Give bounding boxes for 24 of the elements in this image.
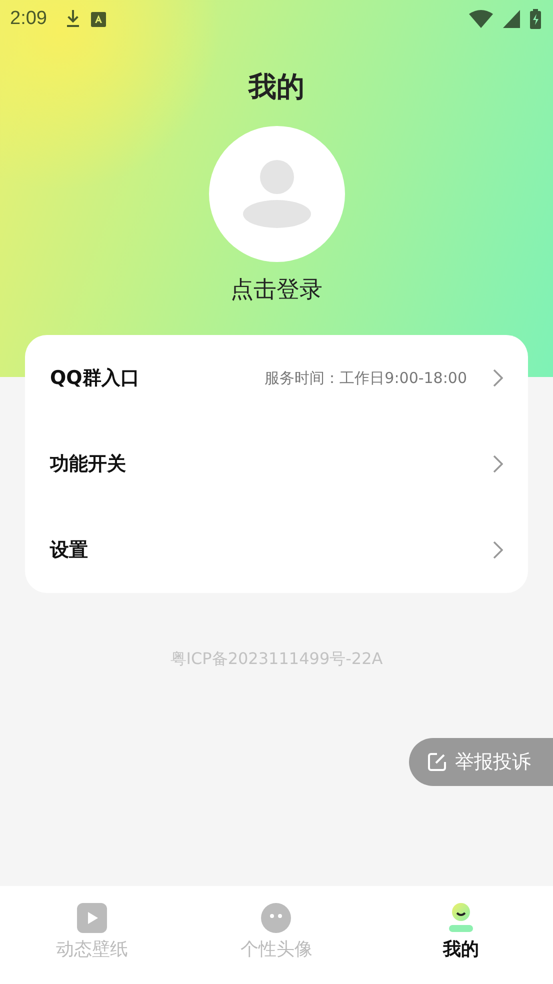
face-icon [261, 903, 292, 933]
person-icon [448, 903, 474, 933]
edit-icon [427, 752, 447, 772]
menu-item[interactable]: 设置 [25, 507, 528, 593]
video-icon [77, 903, 108, 933]
chevron-icon [493, 455, 503, 473]
chevron-icon [493, 369, 503, 387]
avatar-icon[interactable] [208, 126, 344, 262]
nav-tab[interactable]: 我的 [368, 886, 553, 984]
battery-icon [530, 9, 541, 29]
page-title: 我的 [248, 69, 304, 105]
status-time: 2:09 [10, 8, 47, 30]
chevron-icon [493, 541, 503, 559]
menu-label: QQ群入口 [50, 366, 140, 391]
font-icon [90, 12, 106, 26]
menu-label: 功能开关 [50, 452, 127, 477]
service-hours: 服务时间：工作日9:00-18:00 [264, 368, 467, 388]
wifi-icon [469, 10, 493, 28]
menu-item[interactable]: 功能开关 [25, 421, 528, 507]
menu-item[interactable]: QQ群入口 服务时间：工作日9:00-18:00 [25, 335, 528, 421]
login-link[interactable]: 点击登录 [230, 274, 322, 305]
menu-label: 设置 [50, 538, 89, 563]
download-icon [64, 9, 81, 29]
signal-icon [503, 10, 520, 28]
